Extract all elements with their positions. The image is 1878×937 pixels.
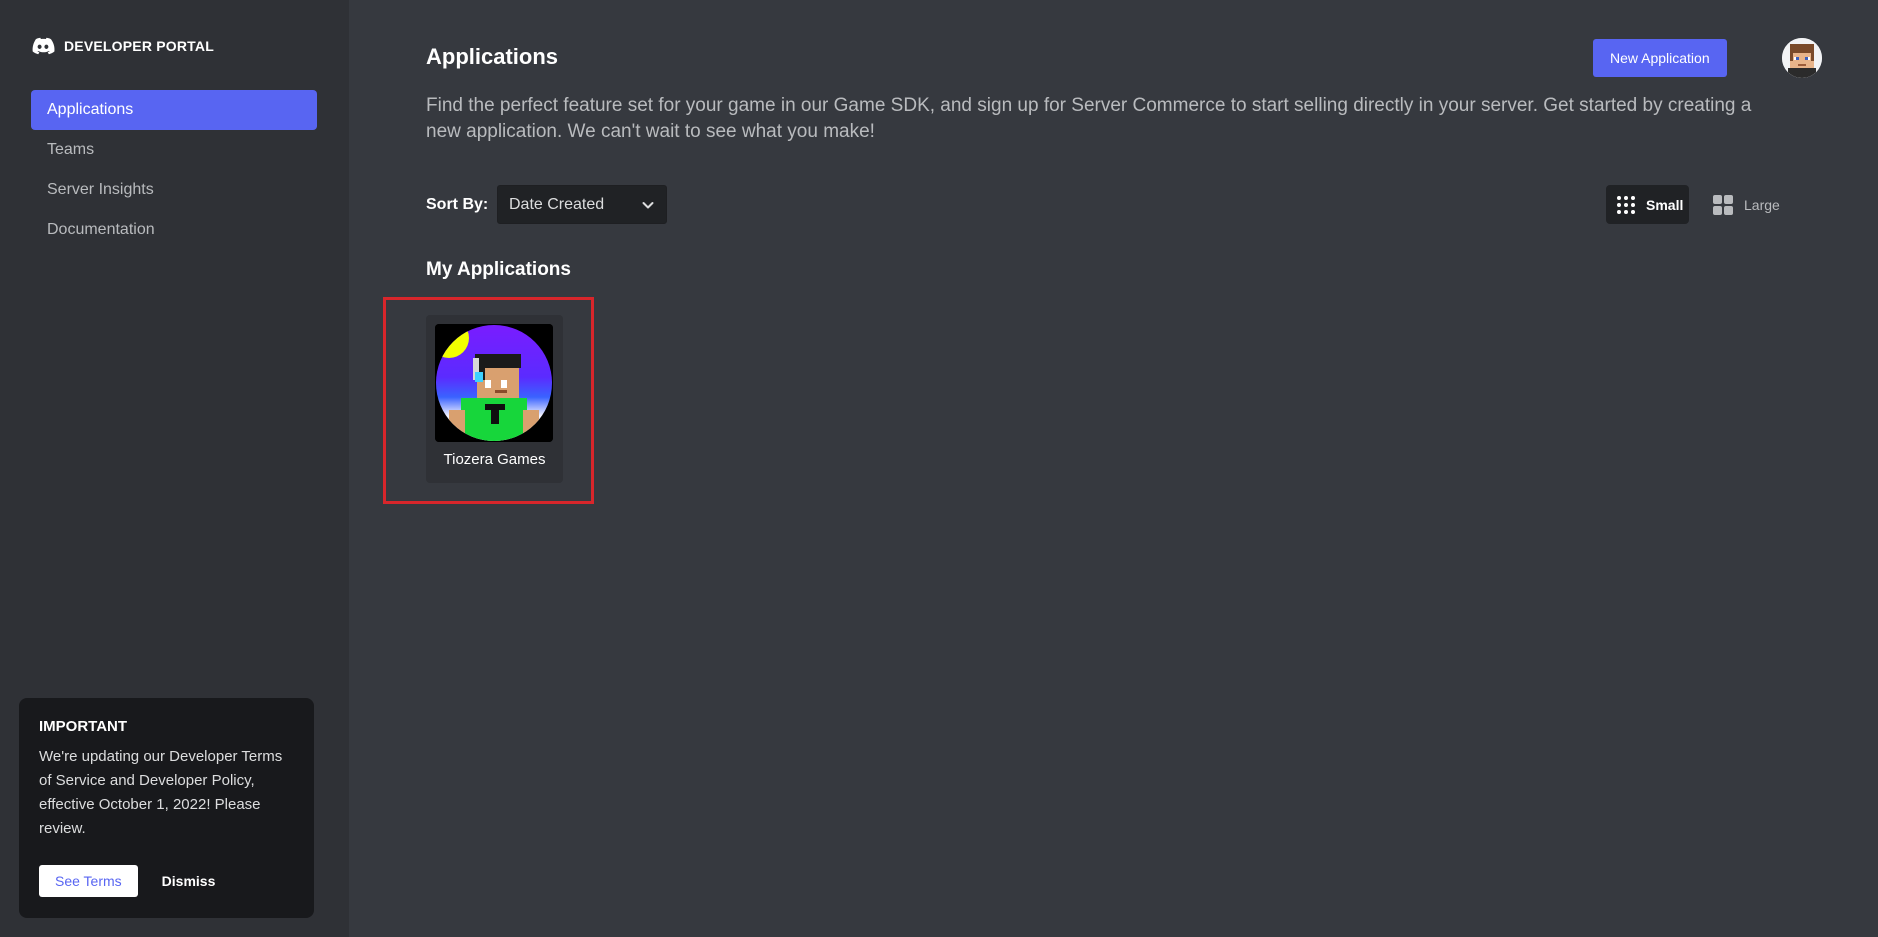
- sort-label: Sort By:: [426, 196, 489, 213]
- grid-large-icon: [1713, 194, 1733, 215]
- sidebar-item-applications[interactable]: Applications: [31, 90, 317, 130]
- app-avatar-image: [435, 324, 553, 442]
- sort-select[interactable]: Date Created: [497, 185, 667, 224]
- view-small-toggle[interactable]: Small: [1606, 185, 1689, 224]
- new-application-button[interactable]: New Application: [1593, 39, 1727, 77]
- my-applications-title: My Applications: [426, 259, 571, 280]
- page-title: Applications: [426, 44, 559, 69]
- user-avatar[interactable]: [1782, 38, 1822, 78]
- sort-value: Date Created: [509, 195, 605, 213]
- notice-actions: See Terms Dismiss: [39, 865, 215, 897]
- view-large-toggle[interactable]: Large: [1710, 185, 1780, 224]
- chevron-down-icon: [642, 201, 654, 208]
- sidebar-item-teams[interactable]: Teams: [31, 130, 317, 170]
- discord-logo-icon: [32, 37, 55, 55]
- brand-name: DEVELOPER PORTAL: [64, 38, 214, 54]
- sidebar-item-documentation[interactable]: Documentation: [31, 210, 317, 250]
- avatar-image: [1782, 38, 1822, 78]
- main-content: Applications New Application Find the pe…: [349, 0, 1878, 937]
- notice-title: IMPORTANT: [39, 718, 128, 735]
- app-icon: [435, 324, 553, 442]
- see-terms-button[interactable]: See Terms: [39, 865, 138, 897]
- terms-notice: IMPORTANT We're updating our Developer T…: [19, 698, 314, 918]
- view-large-label: Large: [1744, 196, 1780, 213]
- brand[interactable]: DEVELOPER PORTAL: [31, 34, 214, 58]
- intro-text: Find the perfect feature set for your ga…: [426, 95, 1752, 142]
- sidebar-nav: Applications Teams Server Insights Docum…: [31, 90, 317, 250]
- view-small-label: Small: [1646, 196, 1684, 213]
- notice-body: We're updating our Developer Terms of Se…: [39, 748, 283, 837]
- app-card[interactable]: Tiozera Games: [426, 315, 563, 483]
- sidebar-item-server-insights[interactable]: Server Insights: [31, 170, 317, 210]
- grid-small-icon: [1617, 195, 1635, 214]
- dismiss-button[interactable]: Dismiss: [162, 873, 216, 889]
- sidebar: DEVELOPER PORTAL Applications Teams Serv…: [0, 0, 349, 937]
- app-name: Tiozera Games: [443, 451, 546, 468]
